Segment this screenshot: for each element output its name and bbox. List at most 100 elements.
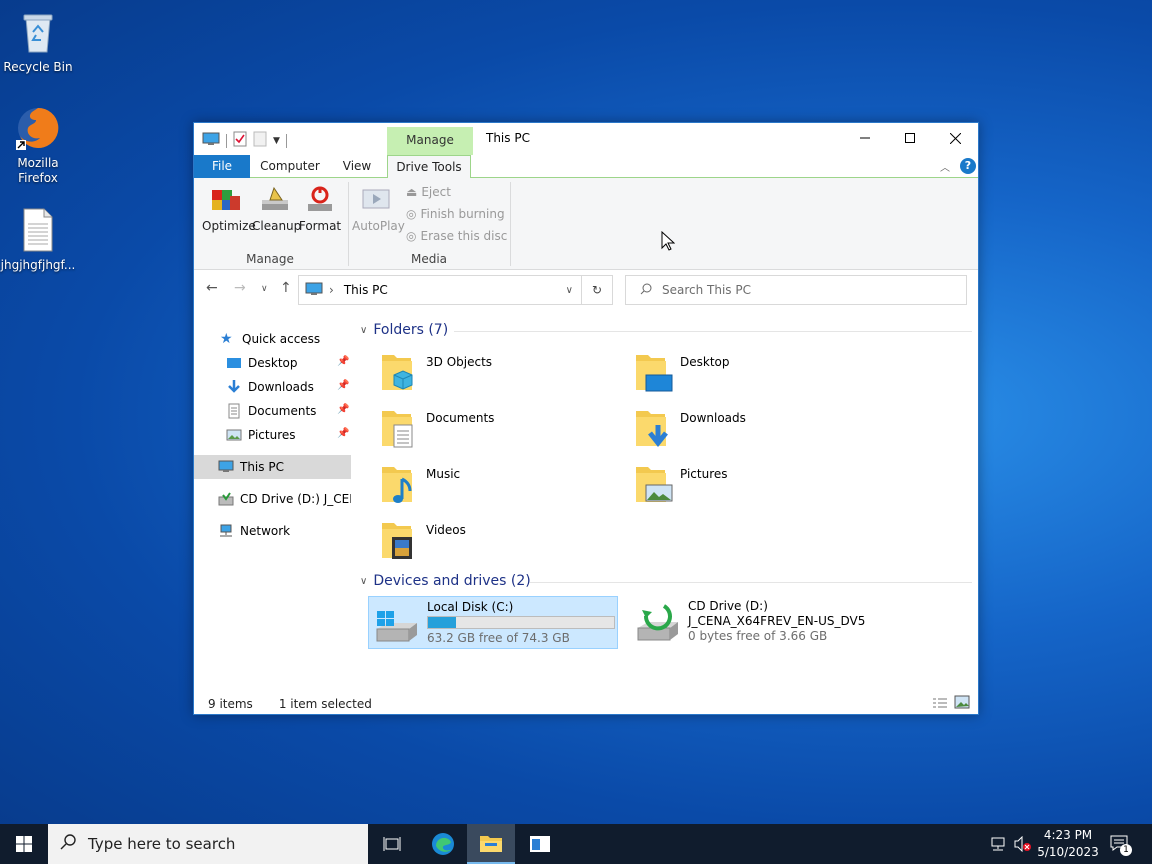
videos-folder-icon xyxy=(380,517,420,561)
large-icons-view-icon[interactable] xyxy=(954,695,970,712)
tab-file[interactable]: File xyxy=(194,155,250,178)
close-button[interactable] xyxy=(932,123,978,153)
title-bar[interactable]: ▼ Manage This PC xyxy=(194,123,978,155)
erase-disc-icon: ◎ xyxy=(406,229,417,243)
optimize-icon xyxy=(210,184,242,216)
drive-free-space: 0 bytes free of 3.66 GB xyxy=(688,629,828,643)
manage-context-label: Manage xyxy=(406,133,454,147)
taskbar-search-input[interactable]: Type here to search xyxy=(88,835,235,853)
item-count: 9 items xyxy=(208,697,253,711)
nav-desktop[interactable]: Desktop xyxy=(194,351,351,375)
minimize-button[interactable] xyxy=(842,123,888,153)
ribbon-tabs: File Computer View Drive Tools ︿ ? xyxy=(194,155,978,179)
taskbar-search-box[interactable]: Type here to search xyxy=(48,824,368,864)
folders-header-label: Folders (7) xyxy=(373,322,449,338)
up-button[interactable]: ↑ xyxy=(280,280,292,296)
start-button[interactable] xyxy=(0,824,48,864)
drive-local-disk-c[interactable]: Local Disk (C:) 63.2 GB free of 74.3 GB xyxy=(368,596,618,649)
cleanup-button[interactable]: Cleanup xyxy=(252,184,302,233)
desktop-icon-label: jhgjhgfjhgf... xyxy=(0,258,76,272)
nav-this-pc[interactable]: This PC xyxy=(194,455,351,479)
devices-header[interactable]: ∨ Devices and drives (2) xyxy=(360,573,531,589)
folder-desktop[interactable]: Desktop xyxy=(634,349,884,401)
folder-pictures[interactable]: Pictures xyxy=(634,461,884,513)
format-label: Format xyxy=(298,219,342,233)
desktop-icon-firefox[interactable]: Mozilla Firefox xyxy=(0,104,76,186)
text-file-icon xyxy=(14,206,62,254)
forward-button[interactable]: → xyxy=(234,280,246,296)
optimize-label: Optimize xyxy=(202,219,256,233)
pin-icon[interactable]: 📌 xyxy=(337,380,349,391)
nav-documents[interactable]: Documents xyxy=(194,399,351,423)
folder-downloads[interactable]: Downloads xyxy=(634,405,884,457)
app-taskbar-button[interactable] xyxy=(516,824,564,864)
pin-icon[interactable]: 📌 xyxy=(337,404,349,415)
breadcrumb[interactable]: This PC xyxy=(344,283,388,297)
details-view-icon[interactable] xyxy=(932,697,948,712)
documents-icon xyxy=(226,403,242,419)
desktop-icon-recycle-bin[interactable]: Recycle Bin xyxy=(0,8,76,75)
folders-header[interactable]: ∨ Folders (7) xyxy=(360,322,448,338)
this-pc-icon xyxy=(202,132,220,149)
collapse-ribbon-icon[interactable]: ︿ xyxy=(940,159,950,174)
folder-name: 3D Objects xyxy=(426,355,493,369)
search-input[interactable]: Search This PC xyxy=(662,283,751,297)
desktop-icon-text-file[interactable]: jhgjhgfjhgf... xyxy=(0,206,76,273)
nav-label: Desktop xyxy=(248,356,298,370)
task-view-button[interactable] xyxy=(368,824,416,864)
group-media-label: Media xyxy=(410,252,448,266)
disk-cleanup-icon xyxy=(260,184,292,216)
cleanup-label: Cleanup xyxy=(252,219,302,233)
recent-locations-button[interactable]: ∨ xyxy=(261,284,268,294)
selection-count: 1 item selected xyxy=(278,697,372,711)
folder-videos[interactable]: Videos xyxy=(380,517,630,569)
tab-view[interactable]: View xyxy=(334,155,380,178)
volume-muted-icon[interactable] xyxy=(1014,835,1032,855)
erase-disc-button[interactable]: ◎ Erase this disc xyxy=(406,229,507,243)
chevron-down-icon: ∨ xyxy=(360,575,368,587)
file-explorer-window[interactable]: ▼ Manage This PC File Computer View Driv… xyxy=(193,122,979,715)
maximize-button[interactable] xyxy=(887,123,933,153)
format-button[interactable]: Format xyxy=(298,184,342,233)
windows-logo-icon xyxy=(16,836,32,852)
pin-icon[interactable]: 📌 xyxy=(337,428,349,439)
file-explorer-taskbar-button[interactable] xyxy=(467,824,515,864)
nav-pictures[interactable]: Pictures xyxy=(194,423,351,447)
folder-documents[interactable]: Documents xyxy=(380,405,630,457)
address-bar[interactable]: › This PC ∨ xyxy=(298,275,582,305)
address-dropdown-icon[interactable]: ∨ xyxy=(566,285,573,296)
optimize-button[interactable]: Optimize xyxy=(202,184,256,233)
system-clock[interactable]: 4:23 PM 5/10/2023 xyxy=(1032,827,1104,861)
nav-quick-access[interactable]: ★ Quick access xyxy=(194,327,351,351)
downloads-folder-icon xyxy=(634,405,674,449)
folder-music[interactable]: Music xyxy=(380,461,630,513)
recycle-bin-icon xyxy=(14,8,62,56)
edge-button[interactable] xyxy=(419,824,467,864)
nav-cd-drive[interactable]: CD Drive (D:) J_CENA xyxy=(194,487,351,511)
help-icon[interactable]: ? xyxy=(960,158,976,174)
nav-label: Quick access xyxy=(242,332,321,346)
autoplay-label: AutoPlay xyxy=(352,219,405,233)
tab-drive-tools[interactable]: Drive Tools xyxy=(387,155,471,179)
folder-icon xyxy=(480,836,502,852)
autoplay-button[interactable]: AutoPlay xyxy=(352,184,405,233)
chevron-down-icon[interactable]: ▼ xyxy=(273,136,280,146)
pin-icon[interactable]: 📌 xyxy=(337,356,349,367)
eject-button[interactable]: ⏏ Eject xyxy=(406,185,451,199)
drive-cd-d[interactable]: CD Drive (D:) J_CENA_X64FREV_EN-US_DV5 0… xyxy=(630,596,880,649)
refresh-button[interactable]: ↻ xyxy=(581,275,613,305)
properties-icon[interactable] xyxy=(233,131,247,150)
back-button[interactable]: ← xyxy=(206,280,218,296)
finish-burning-button[interactable]: ◎ Finish burning xyxy=(406,207,505,221)
action-center-button[interactable]: 1 xyxy=(1110,834,1132,857)
folder-3d-objects[interactable]: 3D Objects xyxy=(380,349,630,401)
tab-computer[interactable]: Computer xyxy=(252,155,328,178)
search-box[interactable]: Search This PC xyxy=(625,275,967,305)
breadcrumb-chevron-icon[interactable]: › xyxy=(329,283,334,297)
nav-label: Documents xyxy=(248,404,317,418)
nav-label: Downloads xyxy=(248,380,314,394)
nav-network[interactable]: Network xyxy=(194,519,351,543)
new-folder-icon[interactable] xyxy=(253,131,267,150)
network-tray-icon[interactable] xyxy=(990,836,1006,855)
nav-downloads[interactable]: Downloads xyxy=(194,375,351,399)
